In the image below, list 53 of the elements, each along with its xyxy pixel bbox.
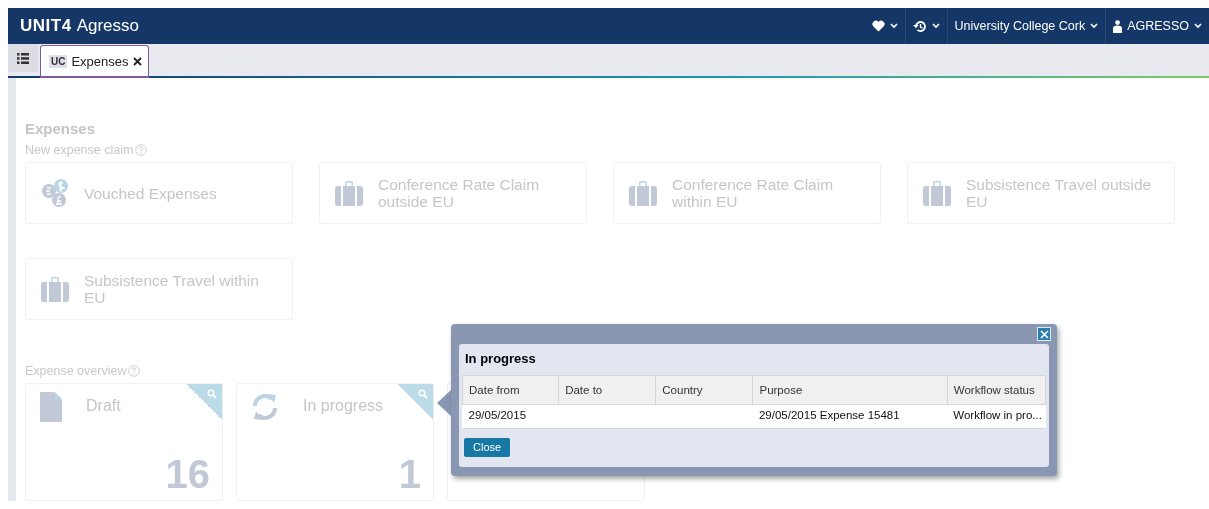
user-icon xyxy=(1113,19,1123,33)
column-header: Purpose xyxy=(752,375,948,405)
status-tile[interactable]: Draft 16 xyxy=(25,383,223,501)
claim-card[interactable]: Subsistence Travel within EU xyxy=(25,258,293,320)
table-cell: 29/05/2015 xyxy=(462,404,559,429)
history-icon xyxy=(912,19,927,33)
sync-icon xyxy=(251,392,279,422)
column-header: Country xyxy=(655,375,753,405)
column-header: Date to xyxy=(558,375,656,405)
tile-label: In progress xyxy=(303,397,384,415)
menu-button[interactable] xyxy=(8,44,38,72)
close-button[interactable] xyxy=(1037,327,1051,341)
document-icon xyxy=(40,392,62,422)
search-icon xyxy=(418,389,428,399)
column-header: Date from xyxy=(462,375,559,405)
column-header: Workflow status xyxy=(947,375,1046,405)
claim-card[interactable]: Vouched Expenses xyxy=(25,162,293,224)
chevron-down-icon xyxy=(931,23,940,29)
status-tile[interactable]: In progress 1 xyxy=(236,383,434,501)
tab-label: Expenses xyxy=(71,53,129,69)
tile-count: 1 xyxy=(397,454,422,494)
coins-icon xyxy=(41,178,69,208)
suitcase-icon xyxy=(334,180,364,206)
close-icon[interactable] xyxy=(132,56,142,66)
claim-label: Subsistence Travel outside EU xyxy=(966,176,1153,210)
claim-card[interactable]: Conference Rate Claim within EU xyxy=(613,162,881,224)
claim-label: Subsistence Travel within EU xyxy=(84,272,260,306)
heart-icon xyxy=(871,20,885,32)
close-icon xyxy=(1039,329,1049,339)
page-title: Expenses xyxy=(25,120,97,137)
tile-label: Draft xyxy=(86,397,121,415)
claim-label: Conference Rate Claim within EU xyxy=(672,176,835,210)
claim-card[interactable]: Conference Rate Claim outside EU xyxy=(319,162,587,224)
chevron-down-icon xyxy=(889,23,898,29)
table-cell: Workflow in pro... xyxy=(947,404,1046,429)
claim-card[interactable]: Subsistence Travel outside EU xyxy=(907,162,1175,224)
list-icon xyxy=(17,52,29,64)
popup-title: In progress xyxy=(464,350,537,368)
tile-count: 16 xyxy=(164,454,211,494)
table-cell: 29/05/2015 Expense 15481 xyxy=(752,404,948,429)
suitcase-icon xyxy=(628,180,658,206)
tab[interactable]: UC Expenses xyxy=(40,45,149,78)
chevron-down-icon xyxy=(1090,23,1099,29)
chevron-down-icon xyxy=(1194,23,1202,29)
tab-badge: UC xyxy=(49,54,68,68)
suitcase-icon xyxy=(922,180,952,206)
claim-label: Conference Rate Claim outside EU xyxy=(378,176,541,210)
suitcase-icon xyxy=(40,276,70,302)
claim-label: Vouched Expenses xyxy=(84,184,217,202)
product-name: Agresso xyxy=(76,16,139,36)
close-button[interactable]: Close xyxy=(464,438,511,457)
brand-logo: UNIT4 xyxy=(20,16,72,36)
search-icon xyxy=(207,389,217,399)
